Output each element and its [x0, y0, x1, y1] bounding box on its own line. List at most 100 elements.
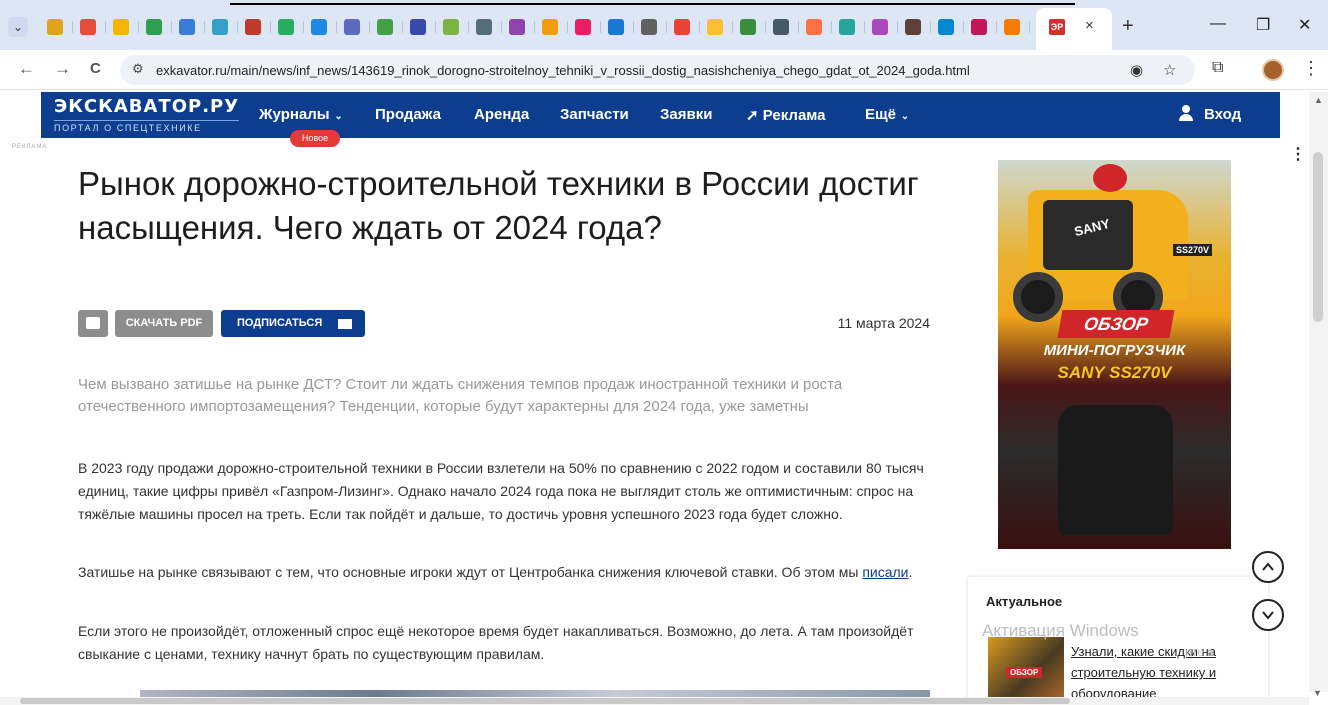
loader-seat: [1058, 405, 1173, 535]
pinned-tab[interactable]: [535, 17, 568, 37]
pinned-tab[interactable]: [469, 17, 502, 37]
pinned-tab[interactable]: [238, 17, 271, 37]
profile-avatar[interactable]: [1262, 59, 1284, 81]
nav-requests[interactable]: Заявки: [660, 106, 712, 123]
vertical-scroll-thumb[interactable]: [1313, 152, 1323, 322]
chevron-down-icon: ⌄: [331, 111, 343, 122]
tab-favicon-icon: [773, 19, 789, 35]
print-button[interactable]: [78, 310, 108, 337]
horizontal-scroll-thumb[interactable]: [20, 698, 1070, 704]
tab-favicon-icon: [179, 19, 195, 35]
page-kebab-icon[interactable]: ⋮: [1290, 144, 1306, 164]
login-button[interactable]: Вход: [1178, 105, 1241, 123]
subscribe-button[interactable]: ПОДПИСАТЬСЯ: [221, 310, 365, 337]
pinned-tab[interactable]: [568, 17, 601, 37]
scroll-arrow-down-icon[interactable]: ▼: [1313, 688, 1322, 698]
trending-link[interactable]: Узнали, какие скидки на строительную тех…: [1071, 641, 1251, 704]
pinned-tab[interactable]: [865, 17, 898, 37]
pinned-tab[interactable]: [997, 17, 1030, 37]
pinned-tab[interactable]: [733, 17, 766, 37]
pinned-tab[interactable]: [700, 17, 733, 37]
nav-more[interactable]: Ещё ⌄: [865, 106, 909, 123]
close-window-icon[interactable]: ✕: [1298, 15, 1311, 35]
back-icon[interactable]: ←: [18, 59, 35, 79]
pinned-tab[interactable]: [370, 17, 403, 37]
eye-off-icon[interactable]: ◉: [1130, 61, 1143, 79]
pinned-tab[interactable]: [898, 17, 931, 37]
pinned-tab[interactable]: [271, 17, 304, 37]
tab-favicon-icon: [707, 19, 723, 35]
pinned-tab[interactable]: [799, 17, 832, 37]
horizontal-scrollbar[interactable]: [0, 697, 1309, 705]
tab-favicon-icon: [80, 19, 96, 35]
pinned-tab[interactable]: [634, 17, 667, 37]
pinned-tab[interactable]: [601, 17, 634, 37]
pinned-tab[interactable]: [172, 17, 205, 37]
nav-advertising-label: Реклама: [762, 107, 826, 124]
new-badge: Новое: [290, 130, 340, 147]
browser-menu-icon[interactable]: ⋮: [1302, 58, 1320, 79]
tab-favicon-icon: [146, 19, 162, 35]
pinned-tab[interactable]: [337, 17, 370, 37]
pinned-tab[interactable]: [304, 17, 337, 37]
active-tab[interactable]: ЭР ×: [1036, 8, 1112, 50]
download-pdf-button[interactable]: СКАЧАТЬ PDF: [115, 310, 213, 337]
address-bar-row: ← → C ⚙ exkavator.ru/main/news/inf_news/…: [0, 50, 1328, 90]
site-info-icon[interactable]: ⚙: [132, 61, 144, 77]
pinned-tab[interactable]: [436, 17, 469, 37]
minimize-icon[interactable]: —: [1210, 15, 1226, 33]
site-logo[interactable]: ЭКСКАВАТОР.РУ ПОРТАЛ О СПЕЦТЕХНИКЕ: [54, 97, 240, 133]
chevron-down-icon: ⌄: [898, 111, 910, 122]
tab-favicon-icon: [971, 19, 987, 35]
pinned-tab[interactable]: [931, 17, 964, 37]
pinned-tab[interactable]: [502, 17, 535, 37]
new-tab-icon[interactable]: +: [1122, 15, 1134, 38]
tab-favicon-icon: [344, 19, 360, 35]
tab-favicon-icon: [509, 19, 525, 35]
url-text[interactable]: exkavator.ru/main/news/inf_news/143619_r…: [156, 63, 970, 78]
pinned-tab[interactable]: [964, 17, 997, 37]
restore-icon[interactable]: ❐: [1256, 15, 1270, 35]
wheel-left: [1013, 272, 1063, 322]
ad-banner[interactable]: SANY SS270V ОБЗОР МИНИ-ПОГРУЗЧИК SANY SS…: [998, 160, 1231, 549]
thumb-tag: ОБЗОР: [1006, 667, 1043, 678]
pinned-tab[interactable]: [766, 17, 799, 37]
mail-icon: [338, 319, 352, 329]
tab-favicon-icon: [575, 19, 591, 35]
nav-journals[interactable]: Журналы ⌄: [259, 106, 343, 123]
bookmark-star-icon[interactable]: ☆: [1163, 61, 1176, 79]
nav-advertising[interactable]: ➚ Реклама: [746, 106, 826, 124]
pinned-tab[interactable]: [40, 17, 73, 37]
nav-sale[interactable]: Продажа: [375, 106, 441, 123]
pinned-tab[interactable]: [205, 17, 238, 37]
user-icon: [1178, 105, 1194, 121]
chevron-down-icon: [1262, 611, 1274, 620]
written-link[interactable]: писали: [862, 564, 908, 580]
pinned-tab[interactable]: [106, 17, 139, 37]
scroll-down-button[interactable]: [1252, 599, 1284, 631]
scroll-arrow-up-icon[interactable]: ▲: [1314, 95, 1323, 105]
ad-label: РЕКЛАМА: [12, 144, 48, 150]
tab-favicon-icon: [278, 19, 294, 35]
trending-thumbnail[interactable]: ОБЗОР: [988, 637, 1064, 697]
tab-close-icon[interactable]: ×: [1085, 17, 1094, 34]
scroll-up-button[interactable]: [1252, 551, 1284, 583]
article-paragraph-3: Если этого не произойдёт, отложенный спр…: [78, 623, 914, 662]
extensions-icon[interactable]: ⧉: [1212, 59, 1223, 77]
reload-icon[interactable]: C: [90, 60, 101, 77]
pinned-tab[interactable]: [667, 17, 700, 37]
windows-activation-sub: ите в: [1185, 645, 1214, 659]
pinned-tab[interactable]: [73, 17, 106, 37]
vertical-scrollbar[interactable]: ▲: [1309, 92, 1328, 692]
tab-favicon-icon: [1004, 19, 1020, 35]
tab-favicon-icon: [245, 19, 261, 35]
forward-icon[interactable]: →: [54, 59, 71, 79]
tab-search-chevron-icon[interactable]: ⌄: [8, 17, 28, 37]
pinned-tab[interactable]: [139, 17, 172, 37]
nav-rent[interactable]: Аренда: [474, 106, 529, 123]
pinned-tab[interactable]: [832, 17, 865, 37]
omnibox[interactable]: ⚙ exkavator.ru/main/news/inf_news/143619…: [120, 55, 1195, 85]
pinned-tab[interactable]: [403, 17, 436, 37]
tab-favicon-icon: [47, 19, 63, 35]
nav-parts[interactable]: Запчасти: [560, 106, 629, 123]
